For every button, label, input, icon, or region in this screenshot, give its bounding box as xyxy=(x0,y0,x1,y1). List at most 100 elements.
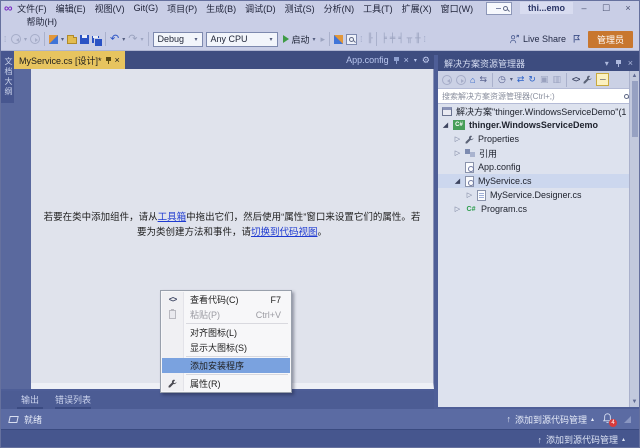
properties-window-icon[interactable]: ▣ xyxy=(540,74,549,85)
scrollbar-thumb[interactable] xyxy=(632,81,638,137)
menu-test[interactable]: 测试(S) xyxy=(280,2,319,15)
toolbar-grip[interactable]: ⁞ xyxy=(4,38,8,41)
tab-document-outline[interactable]: 文档大纲 xyxy=(1,51,14,103)
tree-row-solution[interactable]: 解决方案"thinger.WindowsServiceDemo"(1 个项目) xyxy=(438,104,629,118)
menu-project[interactable]: 项目(P) xyxy=(163,2,202,15)
new-project-icon[interactable] xyxy=(49,35,58,44)
tree-row-project[interactable]: ◢ C# thinger.WindowsServiceDemo xyxy=(438,118,629,132)
home-icon[interactable]: ⌂ xyxy=(470,75,475,85)
close-icon[interactable]: × xyxy=(404,56,409,65)
menu-item-show-large-icons[interactable]: 显示大图标(S) xyxy=(162,340,290,355)
navigate-back-dropdown-icon[interactable]: ▾ xyxy=(24,36,27,43)
menu-git[interactable]: Git(G) xyxy=(129,3,163,13)
chevron-down-icon[interactable]: ▾ xyxy=(605,59,609,68)
menu-view[interactable]: 视图(V) xyxy=(90,2,129,15)
pin-icon[interactable] xyxy=(106,57,111,64)
solution-search-box[interactable]: ▾ xyxy=(438,89,639,104)
add-to-source-control-button[interactable]: ↑ 添加到源代码管理 ▴ xyxy=(506,413,594,426)
notifications-button[interactable]: 4 xyxy=(602,413,614,425)
solution-explorer-header[interactable]: 解决方案资源管理器 ▾ × xyxy=(438,55,639,71)
forward-icon[interactable] xyxy=(456,75,466,85)
close-button[interactable]: × xyxy=(617,1,639,15)
chevron-down-icon[interactable]: ▾ xyxy=(414,57,417,64)
tab-error-list[interactable]: 错误列表 xyxy=(55,393,91,410)
expanded-arrow-icon[interactable]: ◢ xyxy=(442,121,449,129)
menu-extensions[interactable]: 扩展(X) xyxy=(397,2,436,15)
feedback-icon[interactable] xyxy=(572,34,582,44)
tab-output[interactable]: 输出 xyxy=(17,393,43,410)
start-debugging-button[interactable]: 启动 ▾ xyxy=(281,33,318,46)
chevron-down-icon[interactable]: ▾ xyxy=(510,76,513,83)
undo-dropdown-icon[interactable]: ▾ xyxy=(122,36,125,43)
quick-search-box[interactable] xyxy=(486,2,512,15)
search-input[interactable] xyxy=(442,92,621,101)
scroll-down-icon[interactable]: ▼ xyxy=(632,397,638,407)
menu-help[interactable]: 帮助(H) xyxy=(22,15,62,28)
collapsed-arrow-icon[interactable]: ▷ xyxy=(454,149,461,157)
menu-analyze[interactable]: 分析(N) xyxy=(319,2,359,15)
menu-item-line-up-icons[interactable]: 对齐图标(L) xyxy=(162,325,290,340)
collapsed-arrow-icon[interactable]: ▷ xyxy=(454,205,461,213)
redo-dropdown-icon[interactable]: ▾ xyxy=(140,36,143,43)
tree-row-references[interactable]: ▷ 引用 xyxy=(438,146,629,160)
admin-badge[interactable]: 管理员 xyxy=(588,31,633,48)
toolbar-grip[interactable]: ⁞ xyxy=(424,38,428,41)
maximize-button[interactable]: ☐ xyxy=(595,1,617,15)
collapse-all-icon[interactable]: ─ xyxy=(596,73,609,86)
solution-platform-dropdown[interactable]: Any CPU ▾ xyxy=(206,32,278,47)
menu-window[interactable]: 窗口(W) xyxy=(436,2,478,15)
back-icon[interactable] xyxy=(442,75,452,85)
navigate-forward-icon[interactable] xyxy=(30,34,40,44)
tree-row-myservice[interactable]: ◢ MyService.cs xyxy=(438,174,629,188)
tree-row-properties[interactable]: ▷ Properties xyxy=(438,132,629,146)
toolbar-grip[interactable]: ⁞ xyxy=(360,38,364,41)
code-view-link[interactable]: 切换到代码视图 xyxy=(251,227,318,238)
pending-changes-filter-icon[interactable]: ◷ xyxy=(498,74,506,85)
minimize-button[interactable]: – xyxy=(573,1,595,15)
pin-icon[interactable] xyxy=(616,60,621,67)
menu-build[interactable]: 生成(B) xyxy=(202,2,241,15)
navigate-back-icon[interactable] xyxy=(11,34,21,44)
vertical-scrollbar[interactable]: ▲ ▼ xyxy=(629,71,639,407)
tab-myservice-designer[interactable]: MyService.cs [设计]* × xyxy=(14,51,125,69)
close-icon[interactable]: × xyxy=(115,56,120,65)
open-file-icon[interactable] xyxy=(67,37,77,44)
tab-appconfig[interactable]: App.config xyxy=(346,55,389,65)
solution-configuration-dropdown[interactable]: Debug ▾ xyxy=(153,32,203,47)
pin-icon[interactable] xyxy=(394,57,399,64)
view-code-icon[interactable]: <> xyxy=(572,75,579,84)
tree-row-myservice-designer[interactable]: ▷ MyService.Designer.cs xyxy=(438,188,629,202)
tree-row-appconfig[interactable]: App.config xyxy=(438,160,629,174)
close-icon[interactable]: × xyxy=(628,58,633,68)
resize-grip[interactable] xyxy=(624,416,631,423)
live-share-button[interactable]: Live Share xyxy=(509,34,566,44)
expanded-arrow-icon[interactable]: ◢ xyxy=(454,177,461,185)
menu-edit[interactable]: 编辑(E) xyxy=(51,2,90,15)
collapsed-arrow-icon[interactable]: ▷ xyxy=(466,191,473,199)
tree-row-program[interactable]: ▷ C# Program.cs xyxy=(438,202,629,216)
standard-toolbar: ⁞ ▾ ▾ ↶ ▾ ↷ ▾ Debug ▾ Any CPU ▾ 启动 ▾ ▸ xyxy=(1,28,639,51)
save-all-icon[interactable] xyxy=(92,36,99,43)
menu-item-add-installer[interactable]: 添加安装程序 xyxy=(162,358,290,373)
scroll-up-icon[interactable]: ▲ xyxy=(632,71,638,81)
save-icon[interactable] xyxy=(80,35,89,44)
switch-views-icon[interactable]: ⇆ xyxy=(479,74,487,85)
menu-item-properties[interactable]: 属性(R) xyxy=(162,376,290,391)
find-in-files-icon[interactable] xyxy=(334,35,343,44)
new-project-dropdown-icon[interactable]: ▾ xyxy=(61,36,64,43)
collapsed-arrow-icon[interactable]: ▷ xyxy=(454,135,461,143)
undo-icon[interactable]: ↶ xyxy=(110,34,119,44)
gear-icon[interactable]: ⚙ xyxy=(422,55,430,66)
menu-debug[interactable]: 调试(D) xyxy=(241,2,281,15)
toolbox-link[interactable]: 工具箱 xyxy=(158,212,187,223)
preview-selected-items-icon[interactable]: ▥ xyxy=(552,74,561,85)
find-window-icon[interactable] xyxy=(346,34,357,45)
redo-icon[interactable]: ↷ xyxy=(128,34,137,44)
menu-file[interactable]: 文件(F) xyxy=(13,2,52,15)
menu-item-view-code[interactable]: <> 查看代码(C) F7 xyxy=(162,292,290,307)
menu-tools[interactable]: 工具(T) xyxy=(359,2,398,15)
add-to-source-control-button[interactable]: ↑ 添加到源代码管理 ▴ xyxy=(537,433,625,446)
sync-with-active-document-icon[interactable]: ↻ xyxy=(528,74,536,85)
wrench-icon[interactable] xyxy=(583,75,592,84)
refresh-icon[interactable]: ⇄ xyxy=(517,74,525,85)
